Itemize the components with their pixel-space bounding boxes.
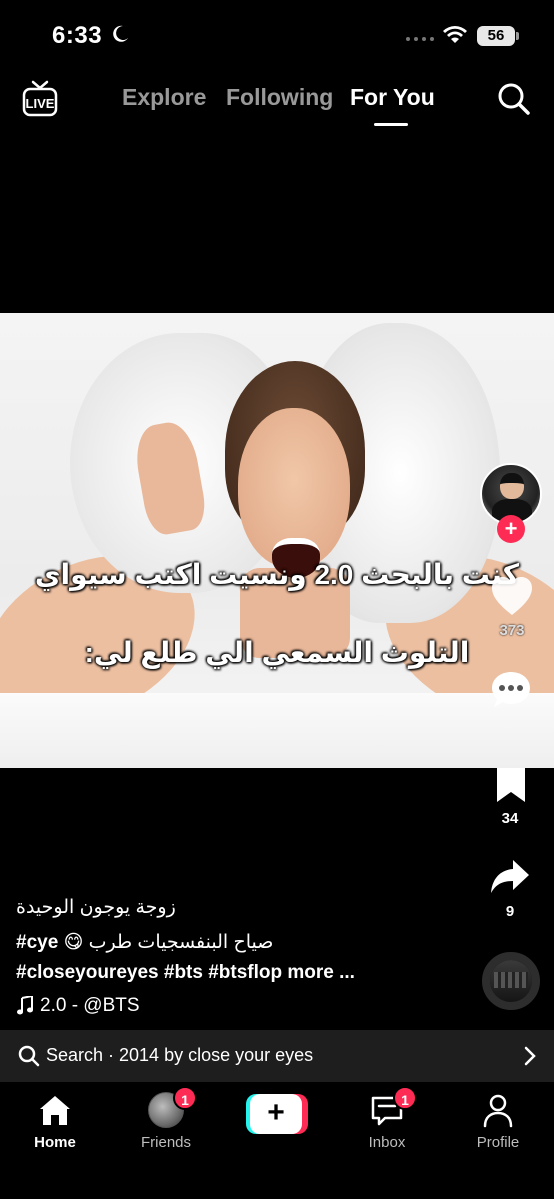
music-label: 2.0 - @BTS (40, 995, 140, 1016)
friends-badge: 1 (173, 1086, 197, 1110)
nav-friends-label: Friends (140, 1134, 192, 1151)
video-description-title: زوجة يوجون الوحيدة (16, 897, 176, 918)
profile-person-icon (483, 1094, 513, 1128)
top-tabs: Explore Following For You (0, 84, 554, 124)
comment-bubble-icon[interactable] (490, 670, 532, 710)
battery-indicator: 56 (477, 26, 515, 46)
tab-explore[interactable]: Explore (122, 84, 206, 111)
music-info[interactable]: 2.0 - @BTS (16, 995, 140, 1017)
nav-inbox-label: Inbox (368, 1134, 406, 1151)
disc-cover (490, 960, 532, 1002)
wifi-icon (443, 26, 467, 43)
signal-dots-icon (406, 37, 434, 41)
music-disc-button[interactable] (482, 952, 540, 1010)
search-icon (18, 1045, 40, 1067)
plus-icon: + (250, 1094, 302, 1134)
avatar-head (500, 473, 524, 499)
share-count: 9 (505, 903, 515, 920)
video-caption-line-1: كنت بالبحث 2.0 ونسيت اكتب سيواي (34, 559, 520, 590)
like-heart-icon[interactable] (490, 575, 534, 617)
search-suggestion-text: Search · 2014 by close your eyes (46, 1045, 314, 1065)
video-hashtags-line-2[interactable]: #closeyoureyes #bts #btsflop more ... (16, 962, 355, 984)
tab-for-you[interactable]: For You (350, 84, 435, 111)
inbox-badge: 1 (393, 1086, 417, 1110)
active-tab-indicator (374, 123, 408, 126)
video-hashtags-line-1: #cye 😋 صياح البنفسجيات طرب (16, 931, 273, 954)
video-caption-line-2: التلوث السمعي الي طلع لي: (84, 637, 470, 668)
hashtag-cye[interactable]: #cye (16, 932, 58, 953)
hashtag-arabic-text: صياح البنفسجيات طرب (88, 932, 274, 953)
home-icon (40, 1096, 70, 1125)
like-count: 373 (499, 622, 525, 639)
bottom-nav: Home 1 Friends + 1 Inbox Profile (0, 1082, 554, 1199)
disc-cover-art (494, 972, 528, 988)
status-time: 6:33 (52, 22, 103, 49)
bookmark-count: 34 (501, 810, 519, 827)
bookmark-icon[interactable] (494, 766, 528, 804)
nav-profile-label: Profile (476, 1134, 520, 1151)
share-arrow-icon[interactable] (489, 858, 531, 896)
status-bar: 6:33 56 (0, 0, 554, 70)
emoji: 😋 (63, 932, 84, 953)
video-image-sheet (0, 693, 554, 768)
nav-home-label: Home (34, 1134, 76, 1151)
chevron-right-icon (524, 1046, 536, 1066)
music-note-icon (17, 996, 33, 1015)
tab-following[interactable]: Following (226, 84, 333, 111)
follow-button[interactable]: + (497, 515, 525, 543)
search-icon[interactable] (497, 82, 531, 116)
moon-icon (113, 25, 128, 42)
create-button[interactable]: + (246, 1094, 308, 1134)
battery-tip (516, 32, 519, 40)
video-frame[interactable] (0, 313, 554, 768)
search-suggestion-bar[interactable]: Search · 2014 by close your eyes (0, 1030, 554, 1082)
